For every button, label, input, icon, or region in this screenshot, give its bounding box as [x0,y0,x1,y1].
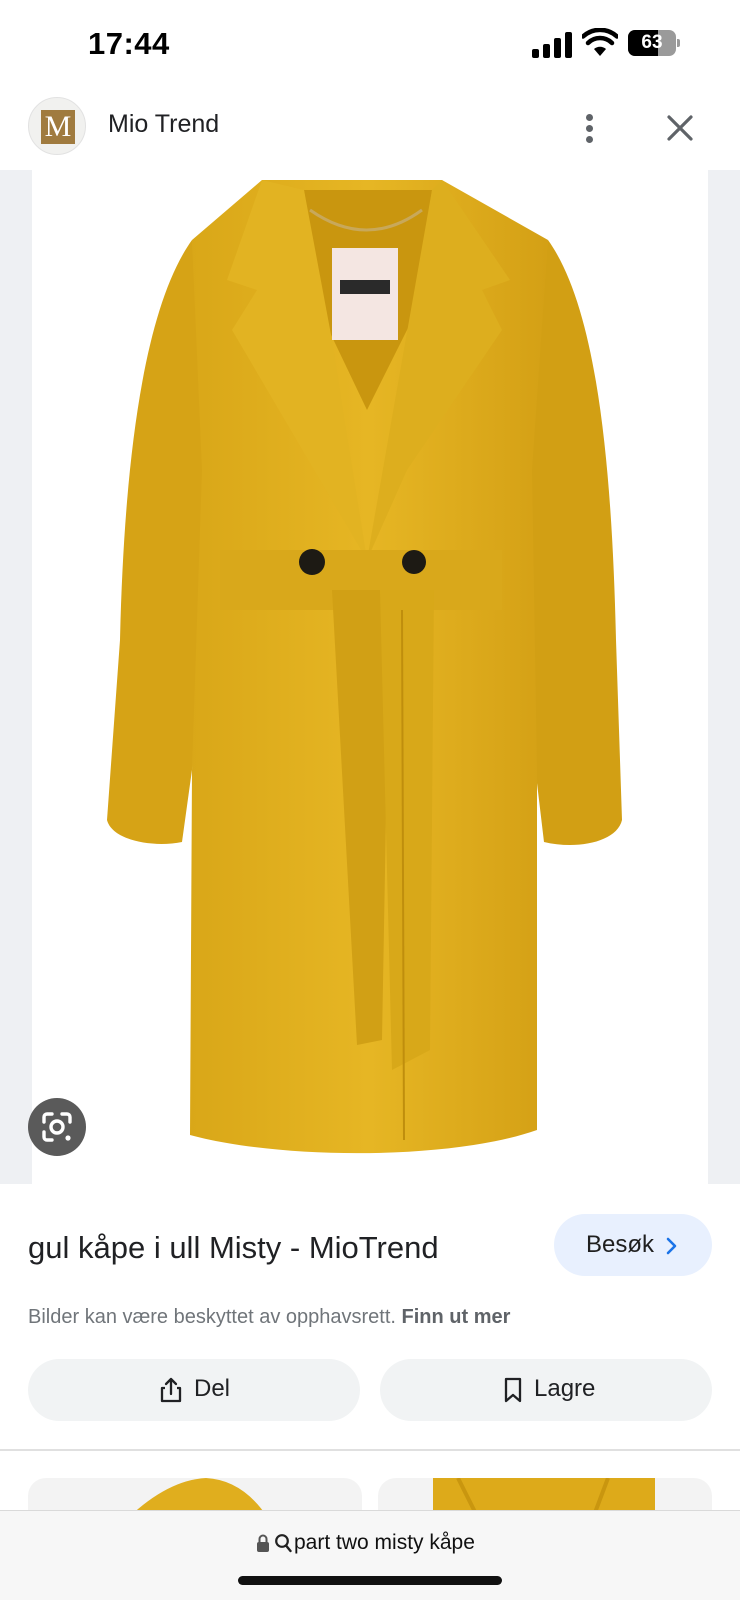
home-indicator[interactable] [238,1576,502,1585]
result-title[interactable]: gul kåpe i ull Misty - MioTrend [28,1230,439,1266]
image-viewer[interactable] [0,170,740,1184]
copyright-notice: Bilder kan være beskyttet av opphavsrett… [28,1306,510,1329]
google-lens-button[interactable] [28,1098,86,1156]
search-icon [275,1534,292,1553]
copyright-text: Bilder kan være beskyttet av opphavsrett… [28,1306,396,1328]
lock-icon [257,1534,269,1552]
product-image[interactable] [32,170,708,1184]
more-vert-icon[interactable] [570,106,610,150]
google-lens-icon [42,1112,72,1142]
source-logo-letter: M [41,110,75,144]
visit-label: Besøk [586,1231,655,1258]
status-bar: 17:44 63 [0,0,740,88]
visit-button[interactable]: Besøk [554,1214,712,1276]
close-icon[interactable] [660,108,700,148]
battery-level: 63 [641,32,663,53]
bookmark-icon [504,1377,522,1403]
share-label: Del [194,1375,231,1402]
divider [0,1449,740,1451]
chevron-right-icon [666,1237,677,1255]
status-time: 17:44 [88,26,170,61]
share-button[interactable]: Del [28,1359,360,1421]
save-label: Lagre [534,1375,596,1402]
battery-icon: 63 [628,30,680,56]
learn-more-link[interactable]: Finn ut mer [402,1306,511,1328]
signal-icon [532,30,572,58]
source-name[interactable]: Mio Trend [108,110,219,139]
source-logo[interactable]: M [28,97,86,155]
save-button[interactable]: Lagre [380,1359,712,1421]
source-header: M Mio Trend [0,88,740,170]
url-query[interactable]: part two misty kåpe [294,1531,475,1555]
coat-illustration [107,180,622,1154]
wifi-icon [582,28,618,56]
url-bar[interactable]: part two misty kåpe [0,1510,740,1600]
share-icon [160,1377,182,1403]
